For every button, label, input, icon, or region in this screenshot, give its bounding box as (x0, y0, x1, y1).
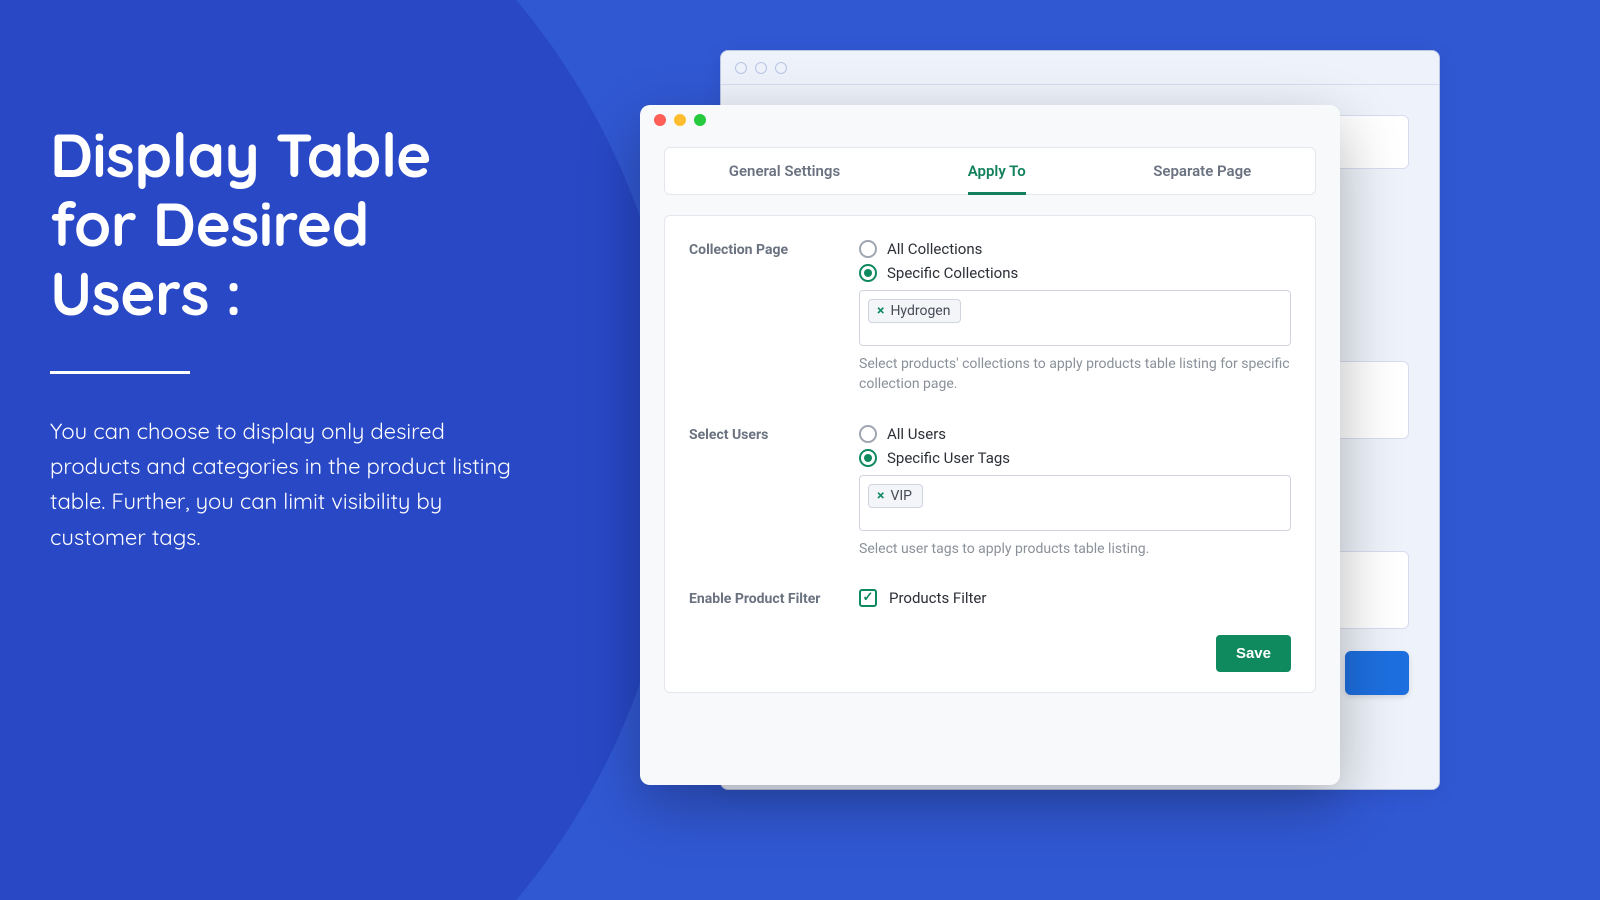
hero-divider (50, 371, 190, 374)
minimize-icon[interactable] (674, 114, 686, 126)
checkbox-label: Products Filter (889, 589, 986, 607)
radio-label: Specific User Tags (887, 449, 1010, 467)
traffic-dot-icon (755, 62, 767, 74)
radio-all-users[interactable]: All Users (859, 425, 1291, 443)
hero-text: Display Table for Desired Users : You ca… (50, 120, 530, 555)
hero-title: Display Table for Desired Users : (50, 120, 530, 327)
settings-window: General Settings Apply To Separate Page … (640, 105, 1340, 785)
enable-product-filter-label: Enable Product Filter (689, 589, 859, 607)
select-users-row: Select Users All Users Specific User Tag… (689, 425, 1291, 559)
enable-product-filter-row: Enable Product Filter ✓ Products Filter (689, 589, 1291, 607)
save-button[interactable]: Save (1216, 635, 1291, 672)
tab-apply-to[interactable]: Apply To (968, 147, 1026, 195)
users-help-text: Select user tags to apply products table… (859, 539, 1291, 559)
traffic-dot-icon (775, 62, 787, 74)
chip-label: Hydrogen (890, 303, 950, 319)
user-tag-chip: × VIP (868, 484, 923, 508)
chip-label: VIP (890, 488, 912, 504)
tab-general-settings[interactable]: General Settings (729, 147, 840, 195)
radio-checked-icon (859, 264, 877, 282)
radio-checked-icon (859, 449, 877, 467)
chip-remove-icon[interactable]: × (877, 303, 884, 319)
collections-tag-input[interactable]: × Hydrogen (859, 290, 1291, 346)
settings-window-titlebar (640, 105, 1340, 135)
hero-description: You can choose to display only desired p… (50, 414, 530, 555)
background-window-titlebar (721, 51, 1439, 85)
settings-tabs: General Settings Apply To Separate Page (664, 147, 1316, 195)
background-save-button (1345, 651, 1409, 695)
collection-page-label: Collection Page (689, 240, 859, 395)
collection-help-text: Select products' collections to apply pr… (859, 354, 1291, 395)
apply-to-card: Collection Page All Collections Specific… (664, 215, 1316, 693)
radio-all-collections[interactable]: All Collections (859, 240, 1291, 258)
checkbox-checked-icon: ✓ (859, 589, 877, 607)
select-users-label: Select Users (689, 425, 859, 559)
radio-label: All Collections (887, 240, 982, 258)
radio-label: Specific Collections (887, 264, 1018, 282)
traffic-dot-icon (735, 62, 747, 74)
radio-label: All Users (887, 425, 946, 443)
radio-specific-user-tags[interactable]: Specific User Tags (859, 449, 1291, 467)
chip-remove-icon[interactable]: × (877, 488, 884, 504)
close-icon[interactable] (654, 114, 666, 126)
radio-specific-collections[interactable]: Specific Collections (859, 264, 1291, 282)
maximize-icon[interactable] (694, 114, 706, 126)
products-filter-checkbox[interactable]: ✓ Products Filter (859, 589, 1291, 607)
radio-icon (859, 240, 877, 258)
radio-icon (859, 425, 877, 443)
user-tags-input[interactable]: × VIP (859, 475, 1291, 531)
tab-separate-page[interactable]: Separate Page (1153, 147, 1251, 195)
collection-chip: × Hydrogen (868, 299, 961, 323)
collection-page-row: Collection Page All Collections Specific… (689, 240, 1291, 395)
